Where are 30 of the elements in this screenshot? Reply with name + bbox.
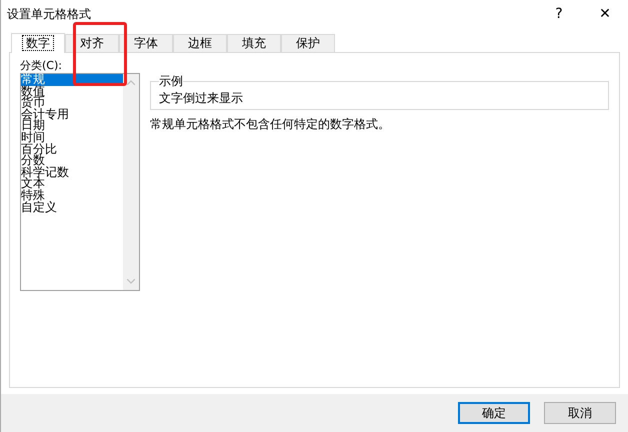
list-item[interactable]: 自定义	[21, 202, 123, 214]
tab[interactable]: 数字	[11, 33, 65, 53]
category-label: 分类(C):	[20, 59, 63, 73]
list-item[interactable]: 会计专用	[21, 108, 123, 120]
tab[interactable]: 边框	[173, 34, 227, 52]
ok-button[interactable]: 确定	[458, 402, 530, 424]
tab[interactable]: 保护	[281, 34, 335, 52]
category-list[interactable]: 常规 数值 货币 会计专用 日期 时间 百分比 分数 科学记数 文本 特殊 自定义	[20, 73, 140, 291]
help-button[interactable]: ?	[536, 0, 582, 28]
sample-label: 示例	[159, 73, 183, 90]
list-item[interactable]: 科学记数	[21, 166, 123, 178]
tab[interactable]: 对齐	[65, 34, 119, 52]
scroll-down-icon[interactable]	[127, 279, 135, 284]
list-item[interactable]: 特殊	[21, 190, 123, 202]
list-item[interactable]: 数值	[21, 86, 123, 98]
list-item[interactable]: 文本	[21, 178, 123, 190]
description-text: 常规单元格格式不包含任何特定的数字格式。	[150, 116, 391, 133]
sample-text: 文字倒过来显示	[159, 90, 244, 107]
scroll-up-icon[interactable]	[127, 80, 135, 85]
close-button[interactable]: ✕	[582, 0, 628, 28]
tab[interactable]: 填充	[227, 34, 281, 52]
list-item[interactable]: 分数	[21, 155, 123, 167]
list-item[interactable]: 货币	[21, 97, 123, 109]
scrollbar[interactable]	[123, 74, 139, 290]
tab[interactable]: 字体	[119, 34, 173, 52]
list-item[interactable]: 时间	[21, 132, 123, 144]
cancel-button[interactable]: 取消	[544, 402, 616, 424]
window-title: 设置单元格格式	[7, 6, 92, 22]
list-item[interactable]: 日期	[21, 120, 123, 132]
list-item[interactable]: 百分比	[21, 144, 123, 156]
